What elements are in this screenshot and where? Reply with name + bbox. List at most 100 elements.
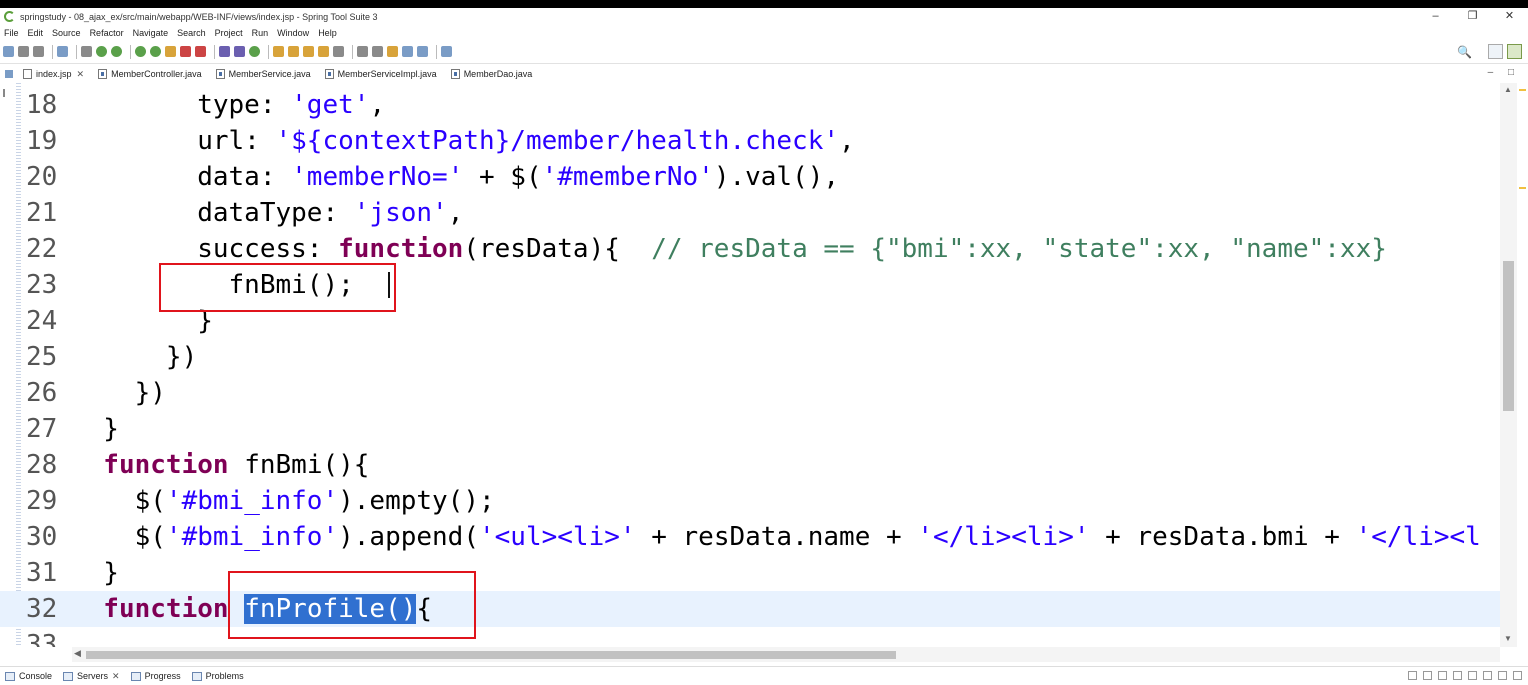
open-resource-icon[interactable] xyxy=(288,46,299,57)
search-icon[interactable]: 🔍 xyxy=(1457,45,1472,59)
tab-member-dao[interactable]: MemberDao.java xyxy=(447,65,543,83)
external-tools-icon[interactable] xyxy=(195,46,206,57)
horizontal-scrollbar[interactable]: ◀ xyxy=(72,647,1500,662)
line-number: 20 xyxy=(26,162,58,192)
window-title: springstudy - 08_ajax_ex/src/main/webapp… xyxy=(20,11,378,22)
previous-annotation-icon[interactable] xyxy=(372,46,383,57)
debug-icon[interactable] xyxy=(135,46,146,57)
new-class-icon[interactable] xyxy=(249,46,260,57)
menu-source[interactable]: Source xyxy=(52,28,81,38)
scroll-left-arrow-icon[interactable]: ◀ xyxy=(74,648,81,659)
tab-member-service[interactable]: MemberService.java xyxy=(212,65,321,83)
view-tab-label: Problems xyxy=(205,671,244,681)
code-line: 25 }) xyxy=(0,339,1500,375)
code-editor[interactable]: 18 type: 'get', 19 url: '${contextPath}/… xyxy=(0,83,1528,647)
code-line: 27 } xyxy=(0,411,1500,447)
java-file-icon xyxy=(324,69,334,79)
spring-boot-icon[interactable] xyxy=(96,46,107,57)
window-controls: – ❐ ✕ xyxy=(1417,8,1528,25)
restore-button[interactable]: ❐ xyxy=(1454,8,1491,25)
line-number: 29 xyxy=(26,486,58,516)
tab-servers[interactable]: Servers ✕ xyxy=(63,671,120,682)
code-line: 20 data: 'memberNo=' + $('#memberNo').va… xyxy=(0,159,1500,195)
menu-refactor[interactable]: Refactor xyxy=(90,28,124,38)
last-edit-icon[interactable] xyxy=(387,46,398,57)
pencil-icon[interactable] xyxy=(303,46,314,57)
title-bar: springstudy - 08_ajax_ex/src/main/webapp… xyxy=(0,8,1528,25)
view-menu-icon[interactable] xyxy=(1483,671,1492,680)
screen-top-strip xyxy=(0,0,1528,8)
view-menu-icon[interactable] xyxy=(5,70,13,78)
menu-run[interactable]: Run xyxy=(252,28,269,38)
tab-console[interactable]: Console xyxy=(5,671,52,681)
save-all-icon[interactable] xyxy=(33,46,44,57)
forward-arrow-icon[interactable] xyxy=(417,46,428,57)
coverage-icon[interactable] xyxy=(165,46,176,57)
minimize-icon[interactable] xyxy=(1498,671,1507,680)
menu-edit[interactable]: Edit xyxy=(28,28,44,38)
code-line: 29 $('#bmi_info').empty(); xyxy=(0,483,1500,519)
vertical-scrollbar[interactable]: ▲ ▼ xyxy=(1500,83,1517,647)
menu-bar: File Edit Source Refactor Navigate Searc… xyxy=(0,25,1528,40)
scroll-down-arrow-icon[interactable]: ▼ xyxy=(1504,634,1512,643)
stop-server-icon[interactable] xyxy=(1453,671,1462,680)
code-text: } xyxy=(72,414,119,444)
open-folder-icon[interactable] xyxy=(318,46,329,57)
next-annotation-icon[interactable] xyxy=(357,46,368,57)
close-icon[interactable]: ✕ xyxy=(112,671,120,682)
tab-problems[interactable]: Problems xyxy=(191,671,244,681)
tab-progress[interactable]: Progress xyxy=(130,671,181,681)
minimize-maximize-icons[interactable]: – □ xyxy=(1488,67,1520,78)
line-number: 25 xyxy=(26,342,58,372)
save-icon[interactable] xyxy=(18,46,29,57)
close-button[interactable]: ✕ xyxy=(1491,8,1528,25)
stop-icon[interactable] xyxy=(180,46,191,57)
open-console-icon[interactable] xyxy=(441,46,452,57)
start-server-icon[interactable] xyxy=(1423,671,1432,680)
problems-icon xyxy=(191,671,202,681)
new-java-project-icon[interactable] xyxy=(219,46,230,57)
servers-icon xyxy=(63,671,74,681)
new-icon[interactable] xyxy=(3,46,14,57)
toolbar-separator xyxy=(352,44,353,59)
java-ee-perspective-icon[interactable] xyxy=(1488,44,1503,59)
java-file-icon xyxy=(215,69,225,79)
back-arrow-icon[interactable] xyxy=(402,46,413,57)
open-type-icon[interactable] xyxy=(273,46,284,57)
collapse-icon[interactable] xyxy=(1408,671,1417,680)
view-toolbar xyxy=(1402,671,1522,680)
menu-search[interactable]: Search xyxy=(177,28,206,38)
debug-server-icon[interactable] xyxy=(1438,671,1447,680)
warning-marker-icon[interactable] xyxy=(1519,89,1526,91)
tab-member-service-impl[interactable]: MemberServiceImpl.java xyxy=(321,65,447,83)
tab-member-controller[interactable]: MemberController.java xyxy=(94,65,212,83)
skip-breakpoints-icon[interactable] xyxy=(81,46,92,57)
code-text: }) xyxy=(72,378,166,408)
tab-index-jsp[interactable]: index.jsp ✕ xyxy=(19,65,94,83)
publish-icon[interactable] xyxy=(1468,671,1477,680)
menu-file[interactable]: File xyxy=(4,28,19,38)
new-package-icon[interactable] xyxy=(234,46,245,57)
minimize-button[interactable]: – xyxy=(1417,8,1454,25)
progress-icon xyxy=(130,671,141,681)
editor-tab-bar: index.jsp ✕ MemberController.java Member… xyxy=(0,65,1528,83)
close-icon[interactable]: ✕ xyxy=(77,69,85,80)
maximize-icon[interactable] xyxy=(1513,671,1522,680)
spring-perspective-icon[interactable] xyxy=(1507,44,1522,59)
menu-navigate[interactable]: Navigate xyxy=(133,28,169,38)
run-icon[interactable] xyxy=(150,46,161,57)
scroll-up-arrow-icon[interactable]: ▲ xyxy=(1504,85,1512,94)
menu-help[interactable]: Help xyxy=(318,28,337,38)
relaunch-icon[interactable] xyxy=(111,46,122,57)
horizontal-scroll-thumb[interactable] xyxy=(86,651,896,659)
code-text: } xyxy=(72,558,119,588)
terminal-icon[interactable] xyxy=(57,46,68,57)
vertical-scroll-thumb[interactable] xyxy=(1503,261,1514,411)
code-text: $('#bmi_info').empty(); xyxy=(72,486,495,516)
overview-ruler[interactable] xyxy=(1517,83,1528,647)
menu-window[interactable]: Window xyxy=(277,28,309,38)
menu-project[interactable]: Project xyxy=(215,28,243,38)
occurrence-marker-icon[interactable] xyxy=(1519,187,1526,189)
view-tab-label: Console xyxy=(19,671,53,681)
mark-occurrences-icon[interactable] xyxy=(333,46,344,57)
